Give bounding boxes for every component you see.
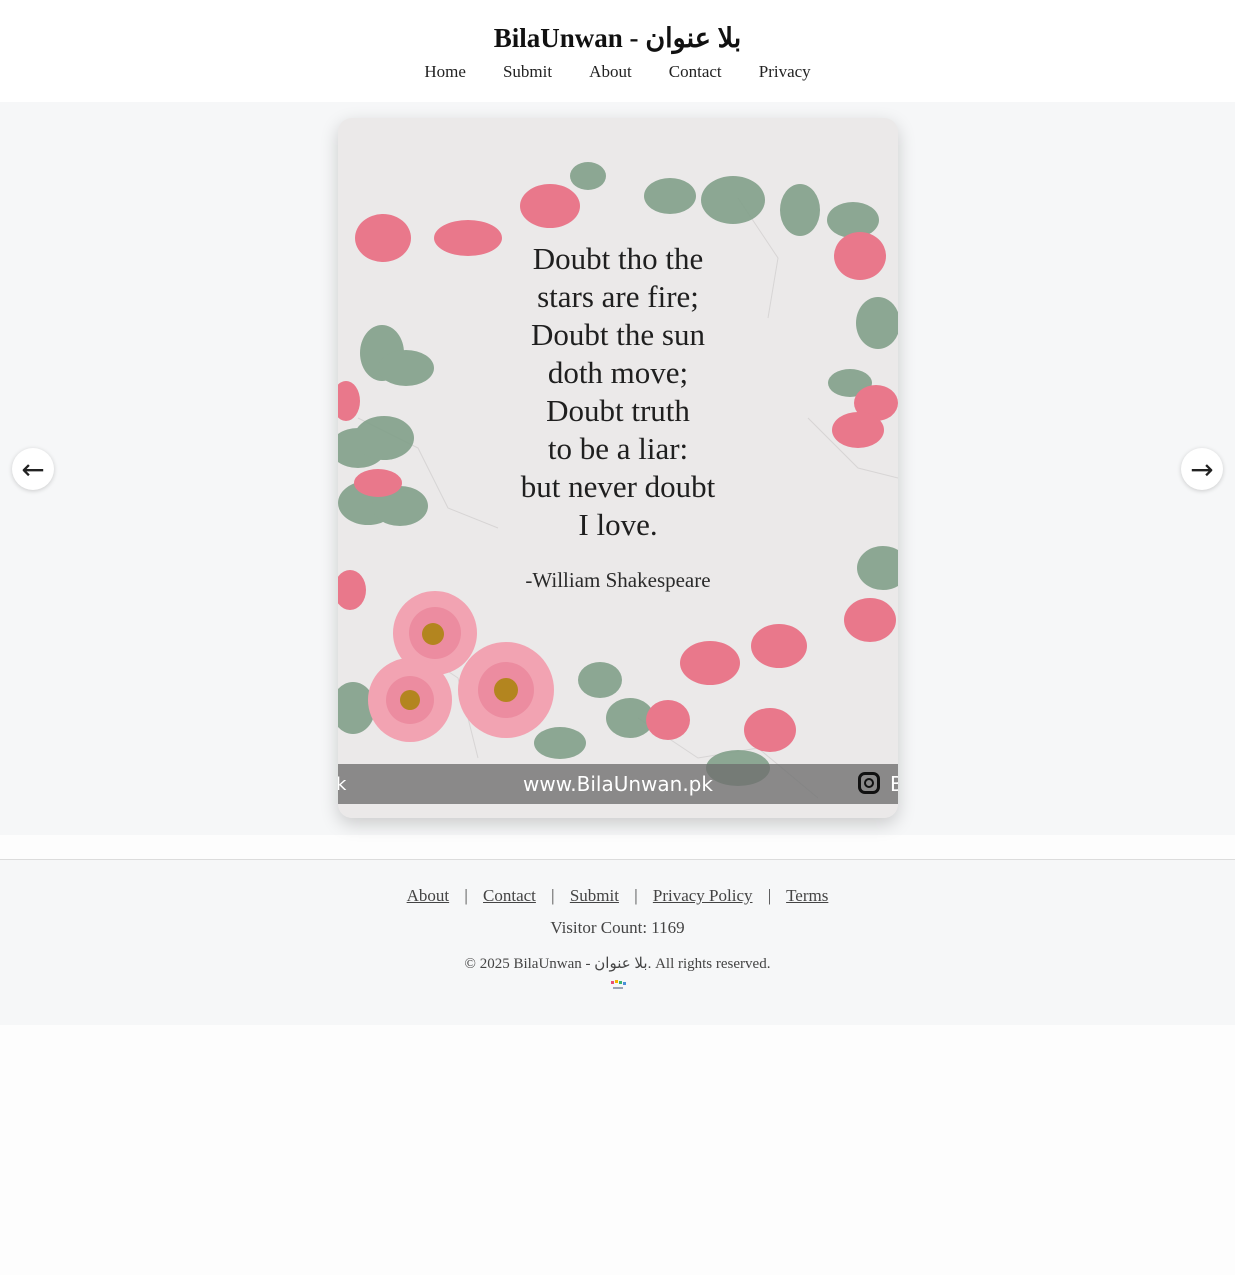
- footer-link-terms[interactable]: Terms: [786, 886, 828, 905]
- main-nav: Home Submit About Contact Privacy: [0, 62, 1235, 82]
- footer-link-about[interactable]: About: [407, 886, 450, 905]
- copyright-text: © 2025 BilaUnwan - بلا عنوان. All rights…: [464, 956, 771, 972]
- footer-separator: |: [464, 886, 468, 905]
- watermark-banner: k www.BilaUnwan.pk B: [338, 764, 898, 804]
- footer-link-contact[interactable]: Contact: [483, 886, 536, 905]
- arrow-left-icon: ←: [21, 452, 45, 486]
- nav-submit[interactable]: Submit: [503, 62, 552, 82]
- nav-about[interactable]: About: [589, 62, 632, 82]
- site-footer: About | Contact | Submit | Privacy Polic…: [0, 859, 1235, 1025]
- visitor-count: Visitor Count: 1169: [550, 918, 685, 937]
- next-slide-button[interactable]: →: [1181, 448, 1223, 490]
- footer-links: About | Contact | Submit | Privacy Polic…: [0, 860, 1235, 906]
- quote-card: Doubt tho the stars are fire; Doubt the …: [338, 118, 898, 818]
- nav-contact[interactable]: Contact: [669, 62, 722, 82]
- quote-author: -William Shakespeare: [525, 568, 711, 592]
- quote-slider: ← Doubt tho the stars are fire; Doubt th…: [0, 102, 1235, 835]
- instagram-icon: [858, 772, 880, 794]
- arrow-right-icon: →: [1190, 452, 1214, 486]
- site-title[interactable]: BilaUnwan - بلا عنوان: [0, 0, 1235, 54]
- banner-right-fragment: B: [890, 772, 898, 796]
- nav-home[interactable]: Home: [424, 62, 466, 82]
- nav-privacy[interactable]: Privacy: [759, 62, 811, 82]
- banner-url: www.BilaUnwan.pk: [523, 772, 713, 796]
- quote-text: Doubt tho the stars are fire; Doubt the …: [520, 241, 716, 542]
- footer-link-submit[interactable]: Submit: [570, 886, 619, 905]
- prev-slide-button[interactable]: ←: [12, 448, 54, 490]
- footer-link-privacy-policy[interactable]: Privacy Policy: [653, 886, 753, 905]
- site-header: BilaUnwan - بلا عنوان Home Submit About …: [0, 0, 1235, 102]
- footer-logo-icon: [609, 979, 627, 993]
- footer-separator: |: [767, 886, 772, 905]
- footer-separator: |: [551, 886, 555, 905]
- footer-separator: |: [634, 886, 638, 905]
